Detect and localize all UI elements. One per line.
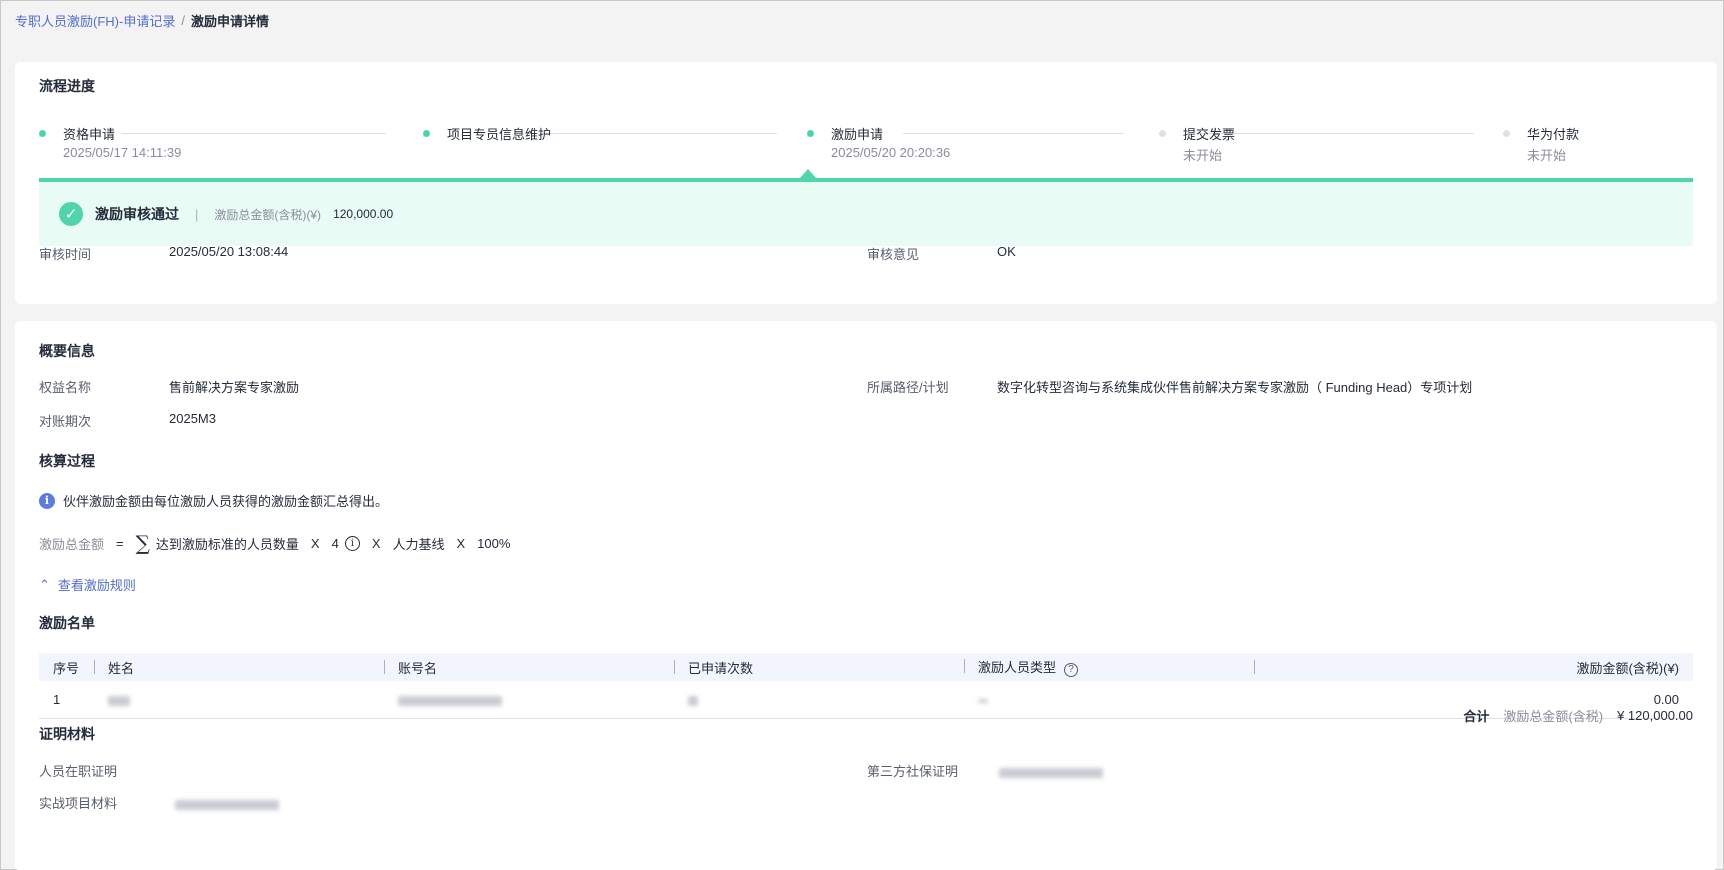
path-label: 所属路径/计划: [867, 380, 949, 395]
col-index: 序号: [53, 660, 80, 676]
help-icon[interactable]: ?: [1064, 662, 1079, 677]
total-value: ¥ 120,000.00: [1617, 708, 1693, 723]
calculation-title: 核算过程: [39, 453, 95, 469]
view-rules-label: 查看激励规则: [57, 578, 136, 593]
step-dot: [807, 130, 814, 137]
social-proof-file-link[interactable]: [999, 764, 1103, 779]
row-count-redacted: [674, 692, 964, 707]
info-icon: i: [39, 492, 55, 509]
formula-multiply: X: [456, 535, 466, 551]
col-amount: 激励金额(含税)(¥): [1254, 658, 1693, 677]
total-head: 合计: [1463, 709, 1490, 724]
breadcrumb-current: 激励申请详情: [190, 14, 269, 29]
project-material-label: 实战项目材料: [39, 796, 118, 811]
row-index: 1: [53, 692, 61, 707]
col-apply-count: 已申请次数: [674, 658, 964, 677]
step-dot: [39, 130, 46, 137]
view-rules-link[interactable]: ⌃ 查看激励规则: [39, 575, 136, 594]
progress-card: 流程进度 资格申请 2025/05/17 14:11:39 项目专员信息维护 激…: [15, 62, 1717, 304]
step-time: 未开始: [1183, 148, 1223, 163]
check-icon: ✓: [59, 202, 83, 226]
table-total: 合计 激励总金额(含税) ¥ 120,000.00: [1463, 706, 1693, 725]
review-time-value: 2025/05/20 13:08:44: [169, 244, 289, 259]
breadcrumb-parent-link[interactable]: 专职人员激励(FH)-申请记录: [15, 11, 175, 30]
step-dot: [1503, 130, 1510, 137]
step-time: 2025/05/17 14:11:39: [63, 145, 182, 160]
step-connector: [1199, 133, 1474, 134]
table-header: 序号 姓名 账号名 已申请次数 激励人员类型? 激励金额(含税)(¥): [39, 653, 1693, 681]
formula-equals: =: [116, 535, 124, 551]
sigma-symbol: ∑: [135, 531, 150, 555]
formula-term-headcount: 达到激励标准的人员数量: [155, 536, 299, 552]
formula-number: 4: [331, 535, 339, 551]
col-person-type-label: 激励人员类型: [978, 660, 1057, 676]
review-opinion-label: 审核意见: [867, 247, 920, 262]
col-account: 账号名: [384, 658, 674, 677]
project-material-file-link[interactable]: [175, 796, 279, 811]
step-connector: [903, 133, 1124, 134]
path-value: 数字化转型咨询与系统集成伙伴售前解决方案专家激励（ Funding Head）专…: [997, 380, 1473, 395]
info-circle-icon[interactable]: i: [344, 535, 360, 551]
row-account-redacted: [384, 692, 674, 707]
employment-proof-label: 人员在职证明: [39, 764, 118, 779]
col-name: 姓名: [94, 658, 384, 677]
review-opinion-value: OK: [997, 244, 1016, 259]
total-label: 激励总金额(含税): [1503, 709, 1604, 724]
step-dot: [1159, 130, 1166, 137]
list-title: 激励名单: [39, 615, 95, 631]
review-time-label: 审核时间: [39, 247, 92, 262]
status-text: 激励审核通过: [95, 206, 179, 222]
incentive-table: 序号 姓名 账号名 已申请次数 激励人员类型? 激励金额(含税)(¥) 1 0.…: [39, 653, 1693, 719]
current-step-pointer: [800, 169, 816, 178]
period-label: 对账期次: [39, 414, 92, 429]
formula-percentage: 100%: [477, 535, 511, 551]
formula-multiply: X: [371, 535, 381, 551]
step-name: 华为付款: [1527, 127, 1580, 142]
proof-title: 证明材料: [39, 726, 95, 742]
chevron-up-icon: ⌃: [39, 576, 50, 592]
step-dot: [423, 130, 430, 137]
calculation-formula: 激励总金额 = ∑ 达到激励标准的人员数量 X 4 i X 人力基线 X 100…: [39, 531, 510, 555]
step-name: 激励申请: [831, 127, 884, 142]
status-separator: |: [195, 206, 199, 222]
formula-term-baseline: 人力基线: [392, 536, 445, 552]
step-connector: [514, 133, 777, 134]
table-row: 1 0.00: [39, 681, 1693, 719]
calculation-info-text: 伙伴激励金额由每位激励人员获得的激励金额汇总得出。: [63, 494, 389, 509]
step-name: 资格申请: [63, 127, 116, 142]
benefit-label: 权益名称: [39, 380, 92, 395]
step-name: 提交发票: [1183, 127, 1236, 142]
row-name-redacted: [94, 692, 384, 707]
period-value: 2025M3: [169, 411, 216, 426]
status-banner: ✓ 激励审核通过 | 激励总金额(含税)(¥) 120,000.00: [39, 182, 1693, 246]
step-connector: [121, 133, 386, 134]
summary-title: 概要信息: [39, 343, 95, 359]
step-time: 2025/05/20 20:20:36: [831, 145, 951, 160]
formula-label: 激励总金额: [39, 536, 105, 552]
details-card: 概要信息 权益名称 售前解决方案专家激励 所属路径/计划 数字化转型咨询与系统集…: [15, 321, 1717, 870]
breadcrumb-separator: /: [181, 13, 185, 28]
step-time: 未开始: [1527, 148, 1567, 163]
progress-steps: 资格申请 2025/05/17 14:11:39 项目专员信息维护 激励申请 2…: [39, 124, 1693, 174]
col-person-type: 激励人员类型?: [964, 657, 1254, 677]
calculation-info: i 伙伴激励金额由每位激励人员获得的激励金额汇总得出。: [39, 491, 388, 510]
benefit-value: 售前解决方案专家激励: [169, 380, 300, 395]
status-amount-label: 激励总金额(含税)(¥): [214, 207, 322, 222]
social-proof-label: 第三方社保证明: [867, 764, 959, 779]
progress-title: 流程进度: [39, 78, 95, 94]
row-amount: 0.00: [1653, 692, 1679, 707]
breadcrumb: 专职人员激励(FH)-申请记录 / 激励申请详情: [15, 11, 269, 30]
row-type-redacted: [964, 692, 1254, 707]
step-name: 项目专员信息维护: [447, 127, 552, 142]
status-amount-value: 120,000.00: [333, 207, 394, 221]
formula-multiply: X: [310, 535, 320, 551]
